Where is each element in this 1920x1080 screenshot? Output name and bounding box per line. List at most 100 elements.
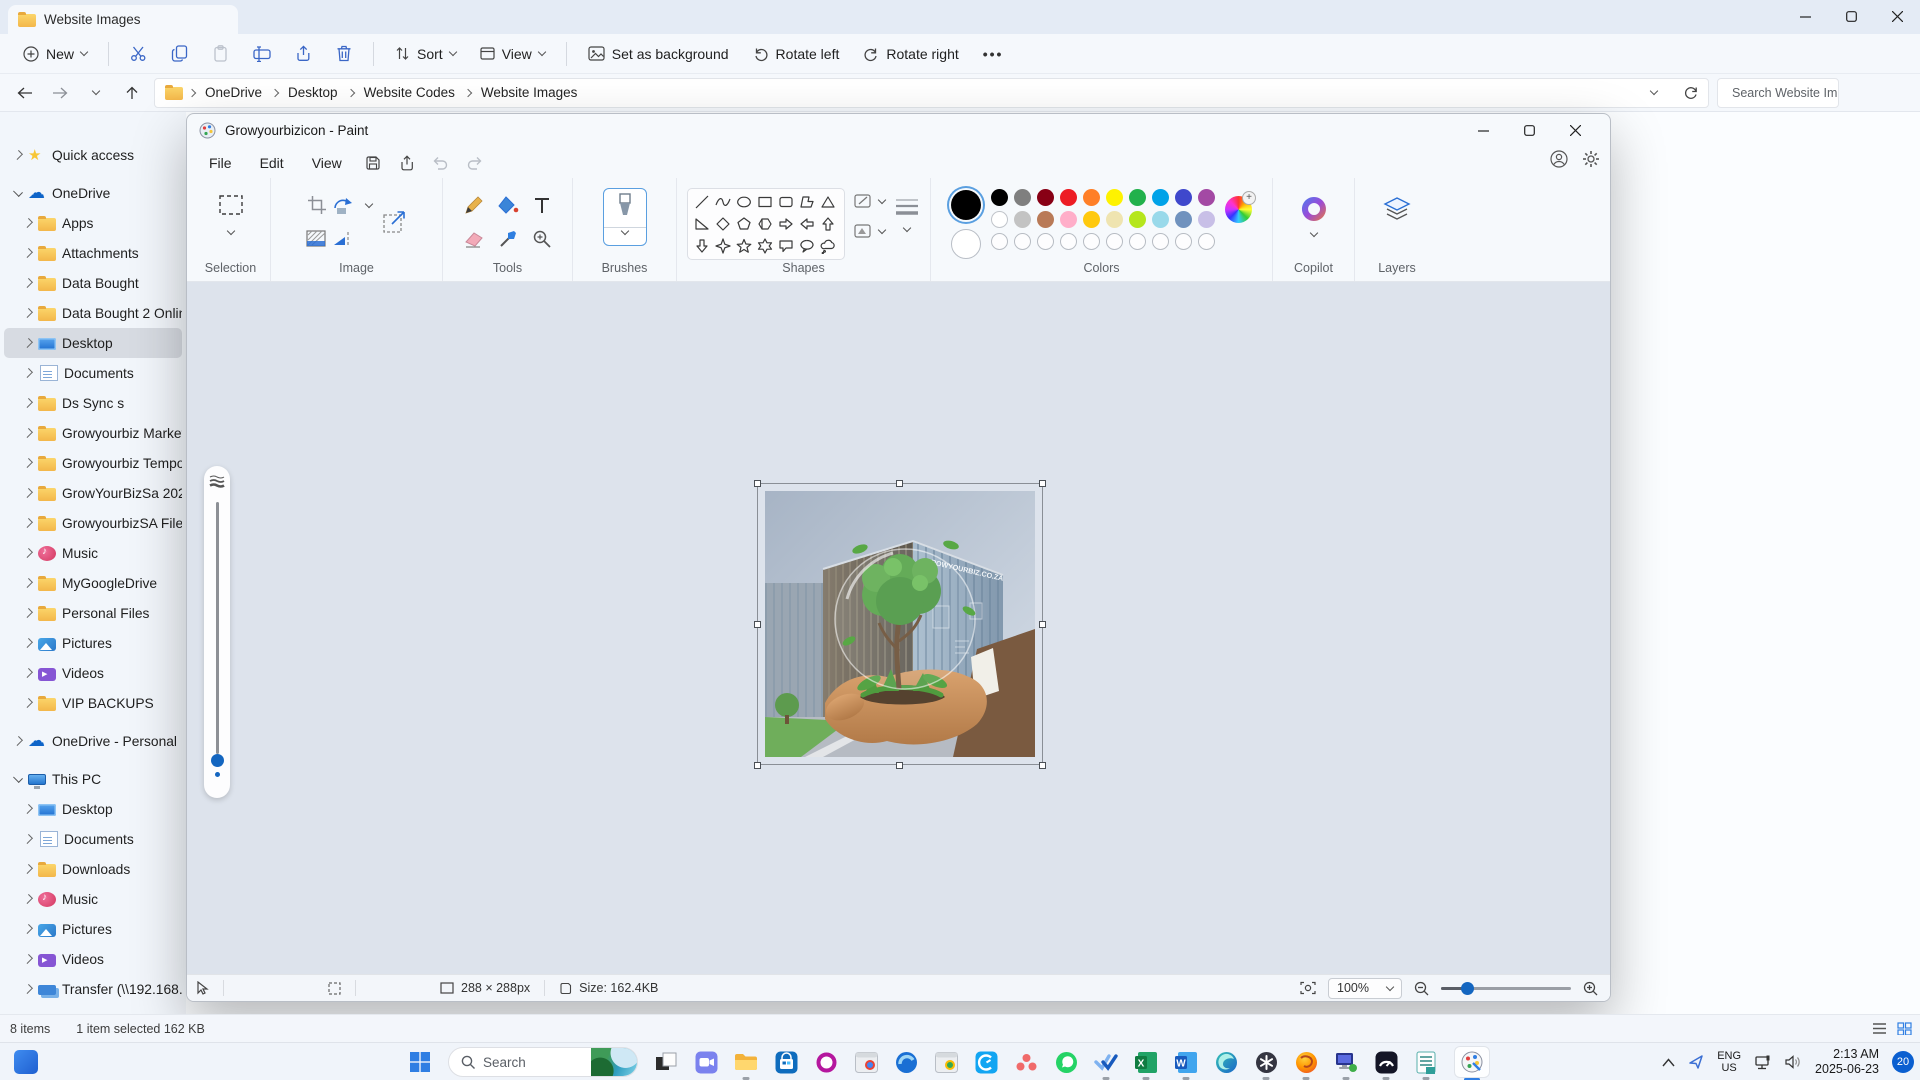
empty-color-slot[interactable] [1083,233,1100,250]
color-swatch[interactable] [1152,189,1169,206]
tree-chevron-icon[interactable] [23,428,33,438]
shape-arrow-down[interactable] [691,235,712,257]
tree-chevron-icon[interactable] [23,698,33,708]
size-slider-track[interactable] [216,502,219,754]
copy-button[interactable] [162,39,197,68]
shape-right-triangle[interactable] [691,213,712,235]
share-button[interactable] [286,39,321,68]
sidebar-item-pictures-onedrive[interactable]: Pictures [4,628,182,658]
chat-app-icon[interactable] [694,1050,718,1074]
selection-handle-sw[interactable] [754,762,761,769]
text-tool-icon[interactable] [533,195,551,215]
sidebar-item-growyourbizsa-files[interactable]: GrowyourbizSA Files [4,508,182,538]
new-button[interactable]: New [14,40,96,68]
color-swatch[interactable] [1129,211,1146,228]
file-explorer-icon[interactable] [734,1050,758,1074]
tree-chevron-icon[interactable] [13,736,23,746]
color-swatch[interactable] [1106,189,1123,206]
breadcrumb-website-images[interactable]: Website Images [477,83,582,102]
empty-color-slot[interactable] [991,233,1008,250]
breadcrumb[interactable]: OneDrive Desktop Website Codes Website I… [154,78,1709,108]
shape-six-point-star[interactable] [754,235,775,257]
shape-thought-cloud[interactable] [817,235,838,257]
tree-chevron-icon[interactable] [23,368,33,378]
view-button[interactable]: View [471,40,554,68]
sidebar-item-personal-files[interactable]: Personal Files [4,598,182,628]
eraser-icon[interactable] [463,229,485,249]
tree-chevron-icon[interactable] [23,518,33,528]
settings-gear-icon[interactable] [1582,150,1600,168]
up-button[interactable] [118,79,146,107]
shape-hexagon[interactable] [754,213,775,235]
forward-button[interactable] [46,79,74,107]
zoom-level-dropdown[interactable]: 100% [1328,978,1402,999]
empty-color-slot[interactable] [1014,233,1031,250]
shape-polygon[interactable] [796,191,817,213]
task-view-button[interactable] [654,1050,678,1074]
selection-handle-w[interactable] [754,621,761,628]
delete-button[interactable] [327,39,361,68]
empty-color-slot[interactable] [1037,233,1054,250]
tree-chevron-icon[interactable] [23,804,33,814]
flip-icon[interactable] [332,229,362,249]
sidebar-item-desktop-onedrive[interactable]: Desktop [4,328,182,358]
tree-chevron-icon[interactable] [23,578,33,588]
chrome-app-icon[interactable] [854,1050,878,1074]
color-swatch[interactable] [1037,211,1054,228]
color-picker-icon[interactable] [498,229,518,249]
breadcrumb-onedrive[interactable]: OneDrive [201,83,266,102]
sidebar-item-videos-pc[interactable]: Videos [4,944,182,974]
rotate-right-button[interactable]: Rotate right [854,40,967,68]
notepad-icon[interactable] [1414,1050,1438,1074]
shape-four-point-star[interactable] [712,235,733,257]
sidebar-item-data-bought[interactable]: Data Bought [4,268,182,298]
tree-chevron-icon[interactable] [23,668,33,678]
shape-five-point-star[interactable] [733,235,754,257]
zoom-out-icon[interactable] [1414,981,1429,996]
empty-color-slot[interactable] [1060,233,1077,250]
account-icon[interactable] [1550,150,1568,168]
shape-rounded-rectangle[interactable] [775,191,796,213]
language-indicator[interactable]: ENG US [1717,1050,1741,1074]
sidebar-item-this-pc[interactable]: This PC [4,764,182,794]
explorer-tab[interactable]: Website Images [8,5,238,34]
sidebar-item-growyourbiz-marketing[interactable]: Growyourbiz Marketing No [4,418,182,448]
color-swatch[interactable] [1175,189,1192,206]
sidebar-item-vip-backups[interactable]: VIP BACKUPS [4,688,182,718]
brushes-dropdown-chevron[interactable] [620,227,628,235]
refresh-icon[interactable] [1683,85,1698,100]
sidebar-item-growyourbizsa-2025[interactable]: GrowYourBizSa 2025 Launc [4,478,182,508]
paint-minimize-button[interactable] [1460,114,1506,147]
details-view-toggle-icon[interactable] [1872,1022,1887,1035]
brush-button[interactable] [603,188,647,246]
crop-icon[interactable] [307,195,327,215]
microsoft-todo-icon[interactable] [1094,1050,1118,1074]
color-swatch[interactable] [1129,189,1146,206]
sidebar-item-downloads[interactable]: Downloads [4,854,182,884]
sidebar-item-onedrive-personal[interactable]: OneDrive - Personal [4,726,182,756]
zoom-slider[interactable] [1441,987,1571,990]
shape-curve[interactable] [712,191,733,213]
selection-handle-nw[interactable] [754,480,761,487]
tree-chevron-icon[interactable] [23,398,33,408]
start-button[interactable] [408,1050,432,1074]
minimize-button[interactable] [1782,0,1828,32]
address-dropdown-chevron[interactable] [1650,87,1658,95]
tree-chevron-icon[interactable] [23,608,33,618]
tree-chevron-icon[interactable] [23,954,33,964]
tree-chevron-icon[interactable] [23,548,33,558]
color-swatch[interactable] [1106,211,1123,228]
zoom-in-icon[interactable] [1583,981,1598,996]
clock[interactable]: 2:13 AM 2025-06-23 [1815,1047,1879,1077]
hidden-icons-chevron[interactable] [1662,1058,1675,1067]
excel-icon[interactable]: X [1134,1050,1158,1074]
shape-arrow-up[interactable] [817,213,838,235]
tree-chevron-icon[interactable] [23,864,33,874]
sidebar-item-documents-pc[interactable]: Documents [4,824,182,854]
cut-button[interactable] [121,39,156,68]
edit-menu[interactable]: Edit [246,150,298,176]
selection-dropdown-chevron[interactable] [226,227,234,235]
selection-handle-n[interactable] [896,480,903,487]
selection-handle-se[interactable] [1039,762,1046,769]
paint-taskbar-button[interactable] [1454,1046,1490,1078]
